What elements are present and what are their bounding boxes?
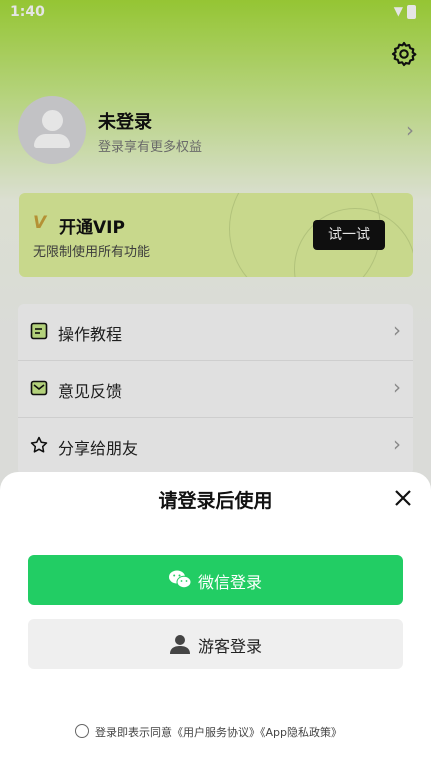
sheet-title: 请登录后使用: [158, 490, 273, 512]
agreement-radio[interactable]: [75, 724, 89, 738]
agreement-text[interactable]: 登录即表示同意《用户服务协议》《App隐私政策》: [95, 724, 342, 740]
close-icon[interactable]: [393, 488, 413, 508]
guest-login-button[interactable]: 游客登录: [28, 619, 403, 669]
guest-login-label: 游客登录: [198, 637, 263, 656]
login-sheet: 请登录后使用 微信登录 游客登录 登录即表示同意《用户服务协议》《App隐私政策…: [0, 472, 431, 767]
wechat-login-button[interactable]: 微信登录: [28, 555, 403, 605]
wechat-login-label: 微信登录: [198, 573, 263, 592]
user-icon: [170, 635, 190, 654]
wechat-icon: [169, 570, 192, 589]
